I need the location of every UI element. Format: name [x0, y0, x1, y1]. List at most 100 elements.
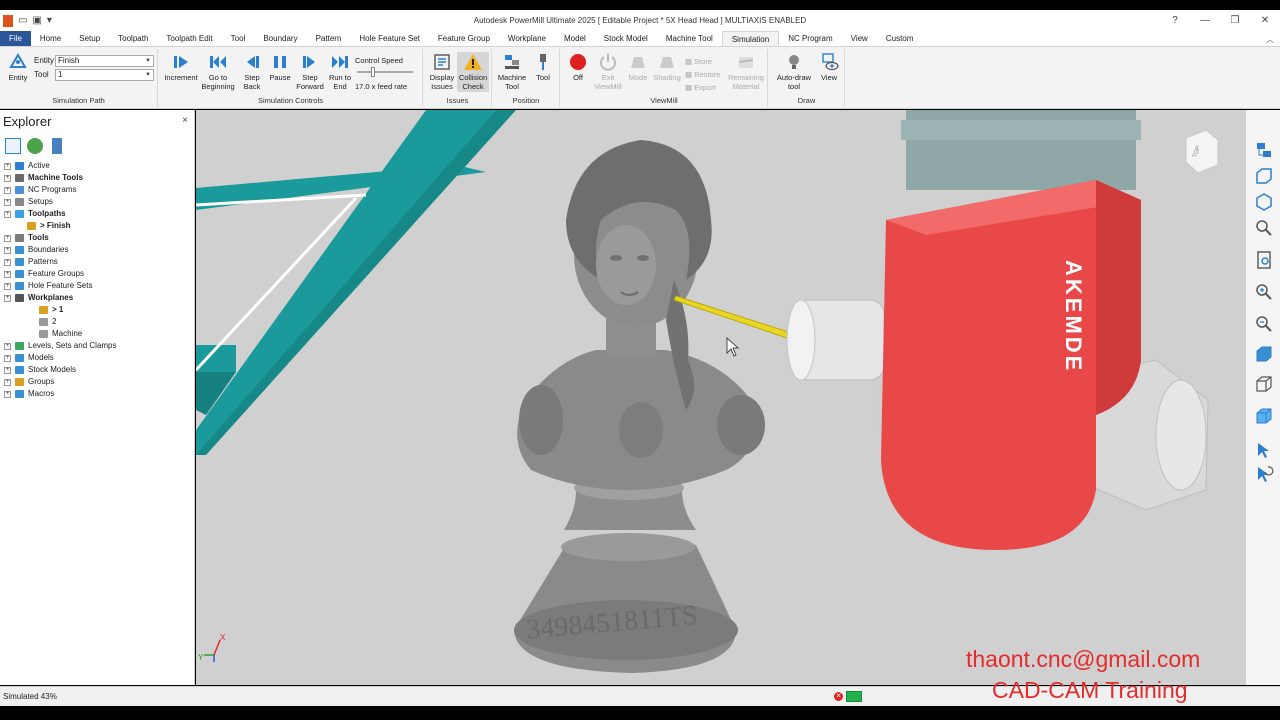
- stop-icon[interactable]: ✕: [834, 692, 843, 701]
- remaining-material-button[interactable]: Remaining Material: [727, 52, 765, 91]
- restore-button[interactable]: ❐: [1220, 10, 1250, 31]
- tab-nc-program[interactable]: NC Program: [779, 31, 841, 46]
- view-top-icon[interactable]: [1254, 192, 1274, 212]
- tab-model[interactable]: Model: [555, 31, 595, 46]
- globe-icon[interactable]: [27, 138, 43, 154]
- expand-toggle-icon[interactable]: +: [4, 343, 11, 350]
- collapse-ribbon-icon[interactable]: ︿: [1266, 34, 1274, 45]
- tool-select[interactable]: 1 ▼: [55, 69, 154, 81]
- help-icon[interactable]: ?: [1160, 10, 1190, 31]
- step-forward-button[interactable]: Step Forward: [295, 52, 325, 91]
- tree-item[interactable]: + NC Programs: [0, 184, 194, 196]
- collision-check-button[interactable]: Collision Check: [457, 52, 489, 92]
- tab-custom[interactable]: Custom: [877, 31, 923, 46]
- increment-button[interactable]: Increment: [163, 52, 199, 83]
- pause-button[interactable]: Pause: [267, 52, 293, 83]
- expand-toggle-icon[interactable]: +: [4, 247, 11, 254]
- open-icon[interactable]: ▭: [18, 15, 27, 26]
- tab-machine-tool[interactable]: Machine Tool: [657, 31, 722, 46]
- tree-item[interactable]: + Stock Models: [0, 364, 194, 376]
- zoom-out-icon[interactable]: [1254, 314, 1274, 334]
- tree-item[interactable]: + Active: [0, 160, 194, 172]
- position-tool-button[interactable]: Tool: [531, 52, 555, 83]
- entity-button[interactable]: Entity: [4, 52, 32, 83]
- exit-viewmill-button[interactable]: Exit ViewMill: [592, 52, 624, 91]
- tree-item[interactable]: + Patterns: [0, 256, 194, 268]
- step-back-button[interactable]: Step Back: [239, 52, 265, 91]
- select-rotate-icon[interactable]: [1254, 464, 1274, 484]
- export-button[interactable]: ▦ Export: [685, 81, 720, 94]
- tab-tool[interactable]: Tool: [222, 31, 255, 46]
- expand-toggle-icon[interactable]: +: [4, 367, 11, 374]
- expand-toggle-icon[interactable]: +: [4, 259, 11, 266]
- display-issues-button[interactable]: Display Issues: [427, 52, 457, 91]
- tree-item[interactable]: + Tools: [0, 232, 194, 244]
- trash-icon[interactable]: [52, 138, 62, 154]
- zoom-in-icon[interactable]: [1254, 282, 1274, 302]
- app-icon[interactable]: [3, 14, 13, 27]
- close-icon[interactable]: ×: [182, 115, 188, 126]
- minimize-button[interactable]: —: [1190, 10, 1220, 31]
- tree-item[interactable]: > 1: [0, 304, 194, 316]
- graphics-viewport[interactable]: 3498451811TS AKEMDE TOP X Y: [196, 110, 1245, 685]
- viewmill-mode-button[interactable]: Mode: [624, 52, 652, 83]
- viewmill-shading-button[interactable]: Shading: [652, 52, 682, 83]
- tree-item[interactable]: + Hole Feature Sets: [0, 280, 194, 292]
- entity-select[interactable]: Finish ▼: [55, 55, 154, 67]
- run-to-end-button[interactable]: Run to End: [327, 52, 353, 91]
- tab-stock-model[interactable]: Stock Model: [595, 31, 657, 46]
- tree-item[interactable]: + Levels, Sets and Clamps: [0, 340, 194, 352]
- tab-feature-group[interactable]: Feature Group: [429, 31, 499, 46]
- quick-access-dropdown-icon[interactable]: ▾: [47, 15, 52, 26]
- view-iso-icon[interactable]: [1254, 140, 1274, 160]
- shaded-cube-icon[interactable]: [1254, 344, 1274, 364]
- close-button[interactable]: ✕: [1250, 10, 1280, 31]
- speed-slider[interactable]: [357, 67, 413, 77]
- expand-toggle-icon[interactable]: +: [4, 379, 11, 386]
- speed-slider-handle[interactable]: [371, 67, 375, 77]
- tab-pattern[interactable]: Pattern: [307, 31, 351, 46]
- tab-toolpath[interactable]: Toolpath: [109, 31, 157, 46]
- tab-hole-feature-set[interactable]: Hole Feature Set: [350, 31, 428, 46]
- tree-item[interactable]: 2: [0, 316, 194, 328]
- tab-file[interactable]: File: [0, 31, 31, 46]
- expand-toggle-icon[interactable]: +: [4, 187, 11, 194]
- view-cube[interactable]: TOP: [1185, 129, 1219, 174]
- tree-view-icon[interactable]: [5, 138, 21, 154]
- tab-toolpath-edit[interactable]: Toolpath Edit: [157, 31, 221, 46]
- go-to-beginning-button[interactable]: Go to Beginning: [199, 52, 237, 91]
- wireframe-cube-icon[interactable]: [1254, 374, 1274, 394]
- simulation-scene[interactable]: 3498451811TS AKEMDE TOP X Y: [196, 110, 1245, 685]
- tab-home[interactable]: Home: [31, 31, 70, 46]
- blue-cube-icon[interactable]: [1254, 406, 1274, 426]
- tree-item[interactable]: + Boundaries: [0, 244, 194, 256]
- expand-toggle-icon[interactable]: +: [4, 211, 11, 218]
- tree-item[interactable]: + Macros: [0, 388, 194, 400]
- tree-item[interactable]: + Toolpaths: [0, 208, 194, 220]
- select-cursor-icon[interactable]: [1254, 440, 1274, 460]
- tree-item[interactable]: > Finish: [0, 220, 194, 232]
- viewmill-off-button[interactable]: Off: [564, 52, 592, 83]
- tab-view[interactable]: View: [842, 31, 877, 46]
- tree-item[interactable]: + Workplanes: [0, 292, 194, 304]
- expand-toggle-icon[interactable]: +: [4, 271, 11, 278]
- tab-simulation[interactable]: Simulation: [721, 31, 780, 46]
- expand-toggle-icon[interactable]: +: [4, 355, 11, 362]
- expand-toggle-icon[interactable]: +: [4, 391, 11, 398]
- restore-view-button[interactable]: ▦ Restore: [685, 68, 720, 81]
- zoom-icon[interactable]: [1254, 218, 1274, 238]
- expand-toggle-icon[interactable]: +: [4, 199, 11, 206]
- expand-toggle-icon[interactable]: +: [4, 175, 11, 182]
- expand-toggle-icon[interactable]: +: [4, 295, 11, 302]
- tree-item[interactable]: Machine: [0, 328, 194, 340]
- tree-item[interactable]: + Feature Groups: [0, 268, 194, 280]
- save-icon[interactable]: ▣: [32, 15, 41, 26]
- view-front-icon[interactable]: [1254, 166, 1274, 186]
- tree-item[interactable]: + Models: [0, 352, 194, 364]
- tree-item[interactable]: + Groups: [0, 376, 194, 388]
- expand-toggle-icon[interactable]: +: [4, 235, 11, 242]
- auto-draw-tool-button[interactable]: Auto-draw tool: [772, 52, 816, 91]
- machine-tool-button[interactable]: Machine Tool: [495, 52, 529, 91]
- draw-view-button[interactable]: View: [816, 52, 842, 83]
- expand-toggle-icon[interactable]: +: [4, 283, 11, 290]
